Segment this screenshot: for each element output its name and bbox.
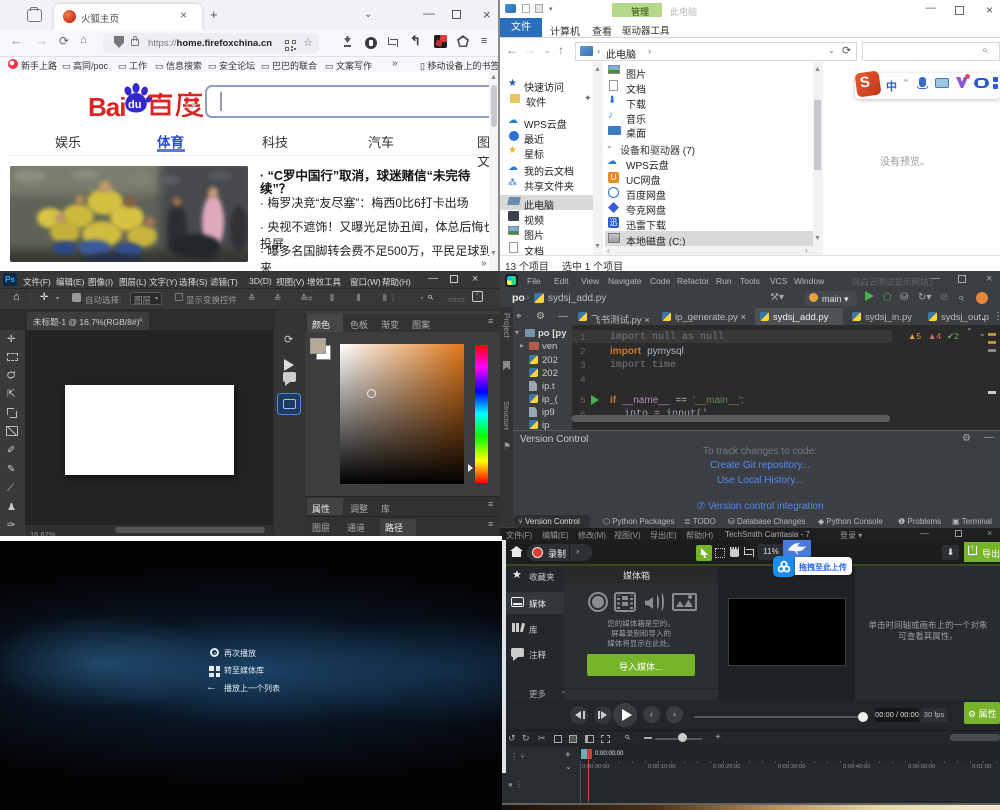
svg-text:du: du [128, 99, 141, 111]
